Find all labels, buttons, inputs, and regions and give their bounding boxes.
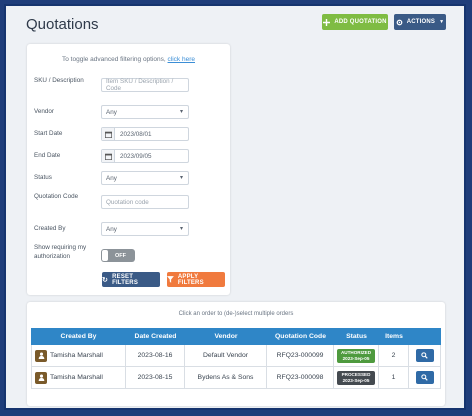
vendor-select[interactable]: Any ▾ [101, 105, 189, 119]
gear-icon [396, 19, 403, 25]
reset-filters-button[interactable]: ↻ RESET FILTERS [102, 272, 160, 287]
table-header: Created By Date Created Vendor Quotation… [31, 328, 441, 345]
quotation-code-label: Quotation Code [34, 193, 79, 200]
table-row[interactable]: Tamisha Marshall 2023-08-16 Default Vend… [31, 345, 441, 367]
search-icon [421, 374, 428, 381]
sku-label: SKU / Description [34, 77, 84, 84]
code-cell: RFQ23-000098 [267, 367, 334, 389]
date-cell: 2023-08-15 [126, 367, 185, 389]
column-date-created[interactable]: Date Created [126, 328, 185, 345]
apply-filters-button[interactable]: APPLY FILTERS [167, 272, 225, 287]
vendor-label: Vendor [34, 108, 54, 115]
add-quotation-button[interactable]: ADD QUOTATION [322, 14, 388, 30]
created-by-cell: Tamisha Marshall [50, 374, 103, 381]
filter-icon [167, 276, 174, 283]
page-title: Quotations [26, 16, 99, 33]
calendar-icon [102, 128, 115, 140]
authorization-toggle[interactable]: OFF [101, 249, 135, 262]
search-icon [421, 352, 428, 359]
start-date-label: Start Date [34, 130, 63, 137]
advanced-filter-link[interactable]: click here [168, 56, 195, 63]
advanced-filter-hint: To toggle advanced filtering options, cl… [62, 56, 195, 63]
column-vendor[interactable]: Vendor [185, 328, 267, 345]
user-icon [35, 371, 47, 384]
actions-label: ACTIONS [406, 19, 436, 25]
status-badge: PROCESSED 2023-Sep-05 [337, 370, 375, 385]
selection-hint: Click an order to (de-)select multiple o… [178, 311, 294, 317]
vendor-cell: Bydens As & Sons [185, 367, 267, 389]
end-date-input[interactable]: 2023/09/05 [101, 149, 189, 163]
filter-panel: To toggle advanced filtering options, cl… [27, 44, 230, 295]
created-by-select[interactable]: Any ▾ [101, 222, 189, 236]
chevron-down-icon: ▾ [179, 175, 183, 181]
date-cell: 2023-08-16 [126, 345, 185, 367]
chevron-down-icon: ▾ [179, 109, 183, 115]
column-status[interactable]: Status [334, 328, 379, 345]
start-date-input[interactable]: 2023/08/01 [101, 127, 189, 141]
sku-input[interactable]: Item SKU / Description / Code [101, 78, 189, 92]
column-actions [409, 328, 441, 345]
calendar-icon [102, 150, 115, 162]
view-button[interactable] [415, 371, 434, 384]
plus-icon [323, 18, 331, 26]
toggle-knob [102, 250, 108, 261]
created-by-label: Created By [34, 225, 66, 232]
end-date-label: End Date [34, 152, 61, 159]
column-created-by[interactable]: Created By [31, 328, 126, 345]
reset-icon: ↻ [102, 276, 109, 284]
chevron-down-icon: ▾ [179, 226, 183, 232]
caret-down-icon: ▼ [439, 19, 445, 25]
created-by-cell: Tamisha Marshall [50, 352, 103, 359]
app-frame: Quotations ADD QUOTATION ACTIONS ▼ To to… [4, 4, 466, 410]
status-badge: AUTHORIZED 2023-Sep-05 [337, 348, 375, 363]
view-button[interactable] [415, 349, 434, 362]
authorization-label: Show requiring my authorization [34, 244, 87, 260]
status-select[interactable]: Any ▾ [101, 171, 189, 185]
column-items[interactable]: Items [379, 328, 409, 345]
quotations-table-card: Click an order to (de-)select multiple o… [27, 302, 445, 406]
add-quotation-label: ADD QUOTATION [334, 19, 387, 25]
vendor-cell: Default Vendor [185, 345, 267, 367]
quotation-code-input[interactable]: Quotation code [101, 195, 189, 209]
actions-button[interactable]: ACTIONS ▼ [394, 14, 446, 30]
user-icon [35, 349, 47, 362]
items-cell: 1 [379, 367, 409, 389]
column-quotation-code[interactable]: Quotation Code [267, 328, 334, 345]
items-cell: 2 [379, 345, 409, 367]
code-cell: RFQ23-000099 [267, 345, 334, 367]
status-label: Status [34, 174, 52, 181]
table-row[interactable]: Tamisha Marshall 2023-08-15 Bydens As & … [31, 367, 441, 389]
